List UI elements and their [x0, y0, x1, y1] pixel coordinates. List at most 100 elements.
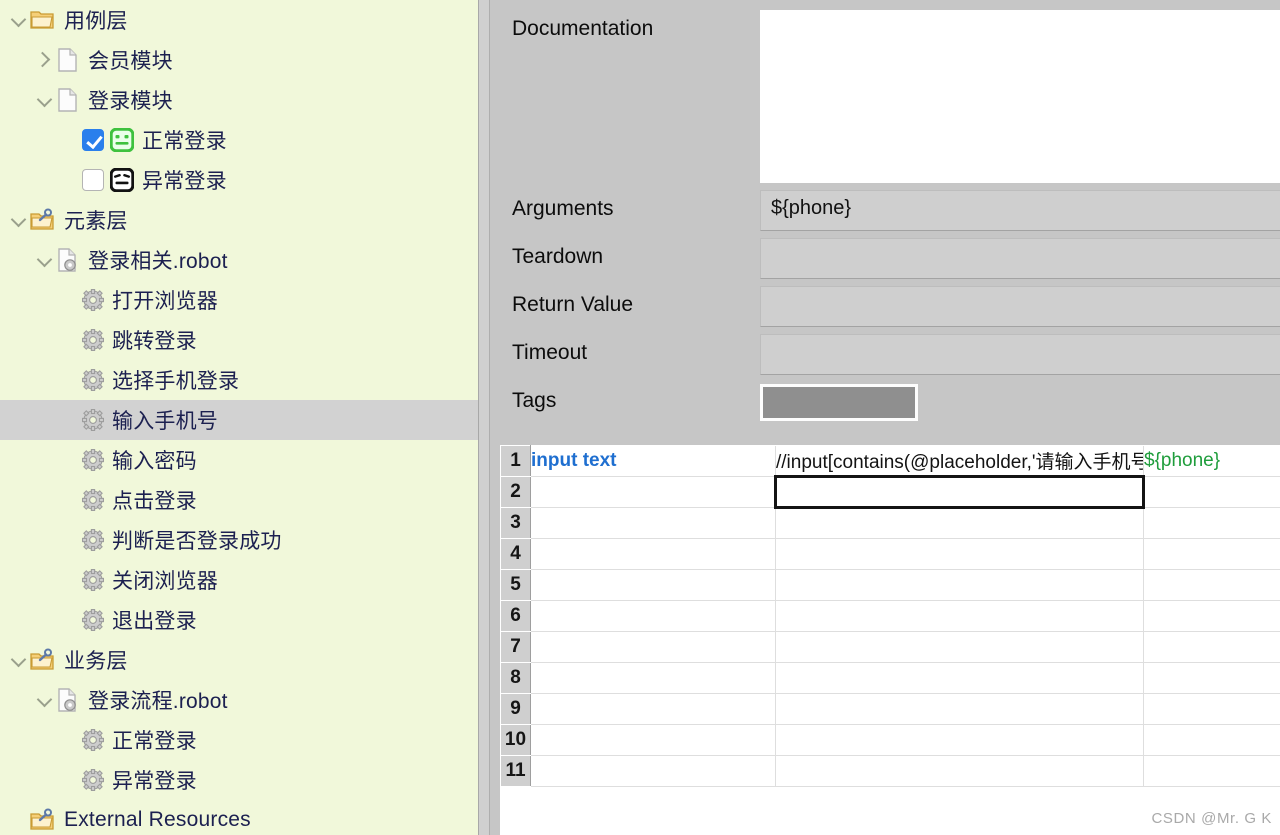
argument-cell[interactable] — [774, 475, 1145, 509]
argument-cell[interactable] — [775, 662, 1144, 694]
project-tree-panel[interactable]: 用例层 会员模块 登录模块 正常登录 异常登录 元素层 登录相关.robot 打开浏览器 跳转登… — [0, 0, 478, 835]
tree-item-10[interactable]: 输入手机号 — [0, 400, 478, 440]
table-row[interactable]: 6 — [500, 600, 1280, 632]
table-row[interactable]: 9 — [500, 693, 1280, 725]
steps-table[interactable]: 1 input text//input[contains(@placeholder… — [500, 445, 1280, 787]
chevron-down-icon[interactable] — [34, 689, 56, 711]
variable-cell[interactable] — [1143, 569, 1280, 601]
tree-indent-spacer — [0, 20, 8, 21]
text-input[interactable] — [760, 334, 1280, 375]
argument-cell[interactable] — [775, 569, 1144, 601]
argument-cell[interactable] — [775, 507, 1144, 539]
tree-item-17[interactable]: 登录流程.robot — [0, 680, 478, 720]
tree-item-8[interactable]: 跳转登录 — [0, 320, 478, 360]
row-number[interactable]: 6 — [500, 600, 531, 632]
variable-cell[interactable] — [1143, 507, 1280, 539]
row-number[interactable]: 7 — [500, 631, 531, 663]
tree-item-1[interactable]: 会员模块 — [0, 40, 478, 80]
tree-item-12[interactable]: 点击登录 — [0, 480, 478, 520]
chevron-down-icon[interactable] — [34, 89, 56, 111]
variable-cell[interactable] — [1143, 538, 1280, 570]
argument-cell[interactable] — [775, 724, 1144, 756]
table-row[interactable]: 1 input text//input[contains(@placeholder… — [500, 445, 1280, 477]
table-row[interactable]: 11 — [500, 755, 1280, 787]
tree-item-13[interactable]: 判断是否登录成功 — [0, 520, 478, 560]
chevron-down-icon[interactable] — [34, 249, 56, 271]
table-row[interactable]: 7 — [500, 631, 1280, 663]
variable-cell[interactable] — [1143, 662, 1280, 694]
tree-item-14[interactable]: 关闭浏览器 — [0, 560, 478, 600]
table-row[interactable]: 5 — [500, 569, 1280, 601]
row-number[interactable]: 8 — [500, 662, 531, 694]
tags-input[interactable] — [760, 384, 918, 421]
tree-item-checkbox[interactable] — [82, 129, 104, 151]
tree-item-2[interactable]: 登录模块 — [0, 80, 478, 120]
variable-cell[interactable]: ${phone} — [1143, 445, 1280, 477]
tree-indent-spacer — [0, 260, 34, 261]
tree-item-4[interactable]: 异常登录 — [0, 160, 478, 200]
tree-item-9[interactable]: 选择手机登录 — [0, 360, 478, 400]
argument-cell[interactable]: //input[contains(@placeholder,'请输入手机号码')… — [775, 445, 1144, 477]
tree-item-6[interactable]: 登录相关.robot — [0, 240, 478, 280]
tree-item-checkbox[interactable] — [82, 169, 104, 191]
text-input[interactable] — [760, 238, 1280, 279]
variable-cell[interactable] — [1143, 476, 1280, 508]
keyword-cell[interactable] — [530, 693, 776, 725]
keyword-cell[interactable] — [530, 755, 776, 787]
chevron-down-icon[interactable] — [8, 9, 30, 31]
tree-item-15[interactable]: 退出登录 — [0, 600, 478, 640]
chevron-right-icon[interactable] — [34, 49, 56, 71]
row-number[interactable]: 1 — [500, 445, 531, 477]
tree-item-label: 业务层 — [64, 650, 128, 673]
table-row[interactable]: 2 — [500, 475, 1280, 509]
tree-item-5[interactable]: 元素层 — [0, 200, 478, 240]
tree-item-16[interactable]: 业务层 — [0, 640, 478, 680]
tree-item-18[interactable]: 正常登录 — [0, 720, 478, 760]
tree-item-3[interactable]: 正常登录 — [0, 120, 478, 160]
variable-cell[interactable] — [1143, 693, 1280, 725]
tree-item-11[interactable]: 输入密码 — [0, 440, 478, 480]
tree-item-7[interactable]: 打开浏览器 — [0, 280, 478, 320]
keyword-cell[interactable] — [530, 600, 776, 632]
keyword-cell[interactable] — [530, 507, 776, 539]
variable-cell[interactable] — [1143, 755, 1280, 787]
keyword-cell[interactable] — [530, 724, 776, 756]
panel-divider[interactable] — [478, 0, 490, 835]
keyword-steps-grid[interactable]: 1 input text//input[contains(@placeholder… — [500, 445, 1280, 835]
tree-item-20[interactable]: External Resources — [0, 800, 478, 835]
table-row[interactable]: 10 — [500, 724, 1280, 756]
chevron-down-icon[interactable] — [8, 209, 30, 231]
row-spacer — [490, 183, 1280, 190]
keyword-cell[interactable] — [530, 662, 776, 694]
row-number[interactable]: 10 — [500, 724, 531, 756]
watermark-text: CSDN @Mr. G K — [1151, 810, 1272, 827]
argument-cell[interactable] — [775, 631, 1144, 663]
table-row[interactable]: 4 — [500, 538, 1280, 570]
argument-cell[interactable] — [775, 600, 1144, 632]
chevron-down-icon[interactable] — [8, 649, 30, 671]
argument-cell[interactable] — [775, 755, 1144, 787]
table-row[interactable]: 8 — [500, 662, 1280, 694]
keyword-cell[interactable]: input text — [530, 445, 776, 477]
row-number[interactable]: 2 — [500, 476, 531, 508]
keyword-cell[interactable] — [530, 569, 776, 601]
row-number[interactable]: 9 — [500, 693, 531, 725]
table-row[interactable]: 3 — [500, 507, 1280, 539]
argument-cell[interactable] — [775, 693, 1144, 725]
tree-item-0[interactable]: 用例层 — [0, 0, 478, 40]
keyword-cell[interactable] — [530, 631, 776, 663]
keyword-cell[interactable] — [530, 538, 776, 570]
variable-cell[interactable] — [1143, 600, 1280, 632]
argument-cell[interactable] — [775, 538, 1144, 570]
row-number[interactable]: 11 — [500, 755, 531, 787]
documentation-input[interactable] — [760, 10, 1280, 183]
text-input[interactable]: ${phone} — [760, 190, 1280, 231]
row-number[interactable]: 3 — [500, 507, 531, 539]
variable-cell[interactable] — [1143, 631, 1280, 663]
row-number[interactable]: 5 — [500, 569, 531, 601]
variable-cell[interactable] — [1143, 724, 1280, 756]
keyword-cell[interactable] — [530, 476, 776, 508]
tree-item-19[interactable]: 异常登录 — [0, 760, 478, 800]
row-number[interactable]: 4 — [500, 538, 531, 570]
text-input[interactable] — [760, 286, 1280, 327]
